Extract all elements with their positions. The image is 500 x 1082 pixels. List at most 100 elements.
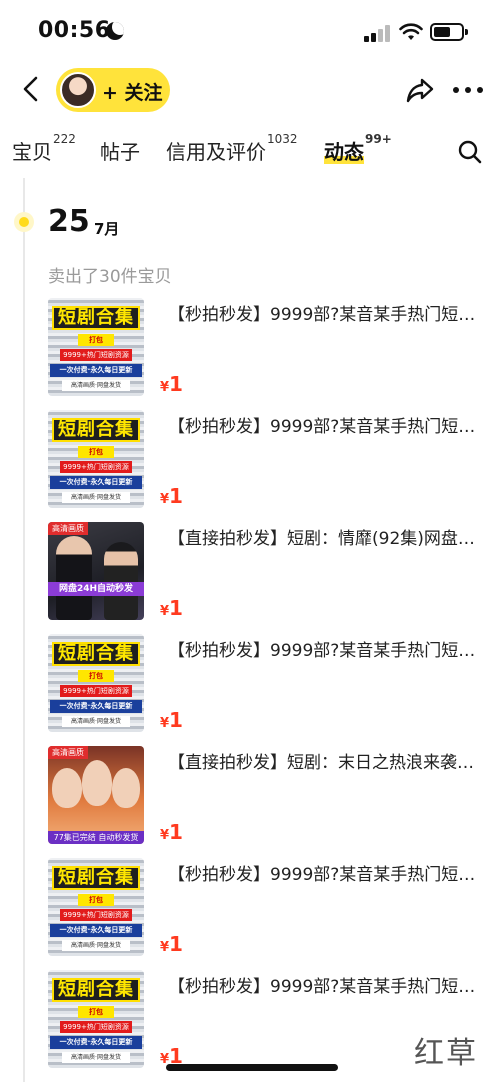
poster-face [82, 760, 112, 806]
thumb-tag: 9999+热门短剧资源 [60, 461, 132, 473]
thumb-tag: 9999+热门短剧资源 [60, 909, 132, 921]
tab-count: 1032 [267, 132, 298, 147]
item-thumbnail[interactable]: 短剧合集 打包 9999+热门短剧资源 一次付费·永久每日更新 高清画质·网盘发… [48, 634, 144, 732]
poster-face [52, 768, 82, 808]
thumb-tag: 9999+热门短剧资源 [60, 685, 132, 697]
item-price: ¥1 [160, 820, 183, 844]
item-price: ¥1 [160, 372, 183, 396]
poster-figure [56, 536, 92, 620]
timeline-line [23, 178, 25, 1082]
timeline-day: 25 [48, 204, 90, 239]
item-title[interactable]: 【秒拍秒发】9999部?某音某手热门短剧合集 [168, 412, 486, 437]
item-price: ¥1 [160, 484, 183, 508]
tab-count: 222 [53, 132, 76, 147]
thumb-tag: 高清画质·网盘发货 [62, 492, 130, 503]
list-item[interactable]: 短剧合集 打包 9999+热门短剧资源 一次付费·永久每日更新 高清画质·网盘发… [48, 634, 488, 734]
poster-banner: 网盘24H自动秒发 [48, 582, 144, 596]
thumb-tag: 高清画质·网盘发货 [62, 380, 130, 391]
thumb-tag: 高清画质·网盘发货 [62, 716, 130, 727]
thumb-tag: 一次付费·永久每日更新 [50, 1036, 142, 1049]
tab-posts[interactable]: 帖子 [100, 136, 140, 165]
thumb-tag: 一次付费·永久每日更新 [50, 924, 142, 937]
list-item[interactable]: 短剧合集 打包 9999+热门短剧资源 一次付费·永久每日更新 高清画质·网盘发… [48, 858, 488, 958]
thumb-tag: 打包 [78, 334, 114, 346]
avatar[interactable] [60, 72, 96, 108]
list-item[interactable]: 高清画质 网盘24H自动秒发 【直接拍秒发】短剧：情靡(92集)网盘自动发 ¥1 [48, 522, 488, 622]
list-item[interactable]: 短剧合集 打包 9999+热门短剧资源 一次付费·永久每日更新 高清画质·网盘发… [48, 298, 488, 398]
tab-items[interactable]: 宝贝222 [12, 132, 76, 165]
price-currency: ¥ [160, 828, 170, 843]
moon-icon [106, 22, 124, 40]
thumb-headline: 短剧合集 [52, 642, 140, 666]
thumb-tag: 一次付费·永久每日更新 [50, 364, 142, 377]
item-thumbnail[interactable]: 高清画质 网盘24H自动秒发 [48, 522, 144, 620]
item-thumbnail[interactable]: 高清画质 77集已完结 自动秒发货 [48, 746, 144, 844]
item-title[interactable]: 【秒拍秒发】9999部?某音某手热门短剧合集 [168, 860, 486, 885]
price-currency: ¥ [160, 604, 170, 619]
thumb-headline: 短剧合集 [52, 418, 140, 442]
thumb-tag: 一次付费·永久每日更新 [50, 476, 142, 489]
price-value: 1 [169, 820, 183, 844]
tab-label: 帖子 [100, 140, 140, 164]
tab-label: 信用及评价 [166, 140, 266, 164]
price-value: 1 [169, 708, 183, 732]
tab-credit-reviews[interactable]: 信用及评价1032 [166, 132, 298, 165]
thumb-tag: 打包 [78, 446, 114, 458]
thumb-tag: 打包 [78, 670, 114, 682]
list-item[interactable]: 短剧合集 打包 9999+热门短剧资源 一次付费·永久每日更新 高清画质·网盘发… [48, 410, 488, 510]
share-icon[interactable] [404, 74, 436, 106]
price-value: 1 [169, 372, 183, 396]
thumb-tag: 高清画质·网盘发货 [62, 1052, 130, 1063]
thumb-tag: 打包 [78, 1006, 114, 1018]
search-icon[interactable] [456, 138, 484, 166]
cellular-signal-icon [364, 24, 392, 42]
thumb-tag: 高清画质·网盘发货 [62, 940, 130, 951]
tab-label: 动态 [324, 140, 364, 164]
item-price: ¥1 [160, 708, 183, 732]
sold-summary: 卖出了30件宝贝 [48, 267, 172, 287]
price-currency: ¥ [160, 716, 170, 731]
price-currency: ¥ [160, 940, 170, 955]
timeline-dot [14, 212, 34, 232]
thumb-headline: 短剧合集 [52, 866, 140, 890]
back-icon[interactable] [14, 72, 48, 106]
price-value: 1 [169, 932, 183, 956]
item-thumbnail[interactable]: 短剧合集 打包 9999+热门短剧资源 一次付费·永久每日更新 高清画质·网盘发… [48, 410, 144, 508]
tab-count: 99+ [365, 132, 392, 147]
item-title[interactable]: 【直接拍秒发】短剧：末日之热浪来袭全集 [168, 748, 486, 773]
thumb-headline: 短剧合集 [52, 306, 140, 330]
timeline-month: 7月 [94, 220, 120, 238]
battery-icon [430, 23, 468, 41]
tab-label: 宝贝 [12, 140, 52, 164]
item-title[interactable]: 【秒拍秒发】9999部?某音某手热门短剧合集 [168, 300, 486, 325]
price-currency: ¥ [160, 380, 170, 395]
poster-badge: 高清画质 [48, 522, 88, 535]
item-price: ¥1 [160, 596, 183, 620]
nav-bar: + 关注 [0, 62, 500, 118]
home-indicator[interactable] [166, 1064, 338, 1071]
item-thumbnail[interactable]: 短剧合集 打包 9999+热门短剧资源 一次付费·永久每日更新 高清画质·网盘发… [48, 858, 144, 956]
price-value: 1 [169, 484, 183, 508]
poster-badge: 高清画质 [48, 746, 88, 759]
price-value: 1 [169, 596, 183, 620]
tab-bar: 宝贝222 帖子 信用及评价1032 动态99+ [0, 128, 500, 174]
wifi-icon [399, 23, 423, 40]
tab-activity[interactable]: 动态99+ [324, 132, 392, 165]
item-title[interactable]: 【秒拍秒发】9999部?某音某手热门短剧合集 [168, 636, 486, 661]
poster-figure [104, 542, 138, 620]
thumb-tag: 9999+热门短剧资源 [60, 1021, 132, 1033]
status-time: 00:56 [38, 18, 111, 43]
poster-face [112, 768, 140, 808]
list-item[interactable]: 高清画质 77集已完结 自动秒发货 【直接拍秒发】短剧：末日之热浪来袭全集 ¥1 [48, 746, 488, 846]
follow-button[interactable]: + 关注 [56, 68, 170, 112]
thumb-headline: 短剧合集 [52, 978, 140, 1002]
more-icon[interactable] [450, 74, 486, 106]
thumb-tag: 一次付费·永久每日更新 [50, 700, 142, 713]
thumb-tag: 打包 [78, 894, 114, 906]
item-thumbnail[interactable]: 短剧合集 打包 9999+热门短剧资源 一次付费·永久每日更新 高清画质·网盘发… [48, 298, 144, 396]
price-currency: ¥ [160, 492, 170, 507]
watermark: 红草 [414, 1036, 478, 1071]
item-thumbnail[interactable]: 短剧合集 打包 9999+热门短剧资源 一次付费·永久每日更新 高清画质·网盘发… [48, 970, 144, 1068]
item-title[interactable]: 【秒拍秒发】9999部?某音某手热门短剧合集 [168, 972, 486, 997]
item-title[interactable]: 【直接拍秒发】短剧：情靡(92集)网盘自动发 [168, 524, 486, 549]
